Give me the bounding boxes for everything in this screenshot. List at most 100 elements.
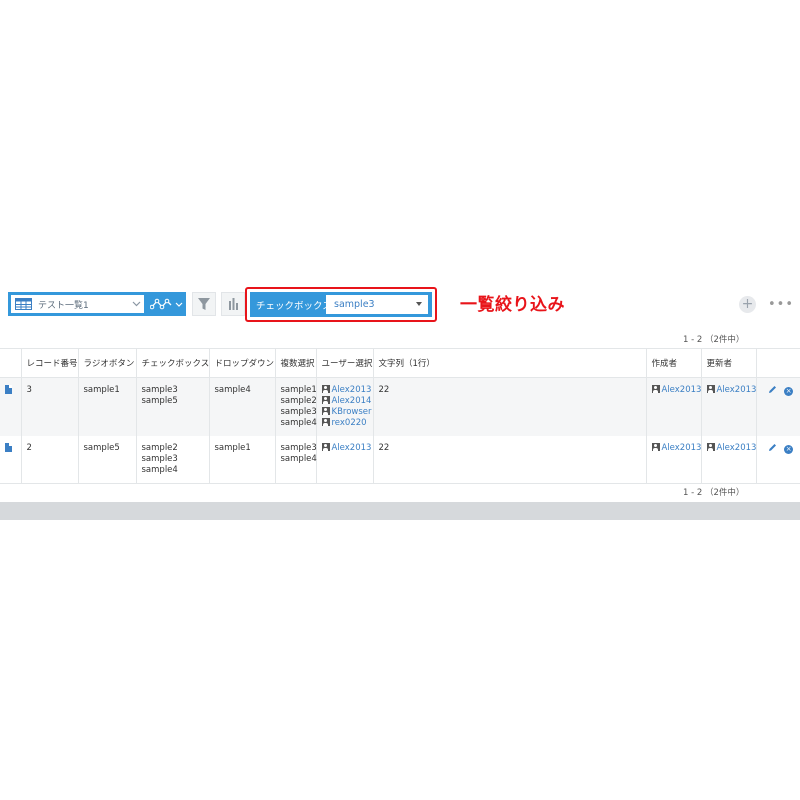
view-name: テスト一覧1: [38, 301, 89, 311]
column-header[interactable]: ラジオボタン: [77, 348, 136, 378]
user-name: Alex2013: [331, 385, 372, 395]
user-icon: [321, 418, 330, 426]
cell-value: sample3: [280, 443, 317, 453]
column-header[interactable]: 複数選択: [274, 348, 316, 378]
cell-value: sample5: [141, 396, 178, 406]
user-name: Alex2013: [331, 443, 372, 453]
row-actions-cell: ×: [755, 377, 800, 436]
modifier-cell: Alex2013: [700, 377, 757, 436]
text-cell: 22: [372, 377, 646, 436]
more-options-button[interactable]: •••: [768, 297, 794, 312]
text-cell: 22: [372, 436, 646, 484]
view-dropdown[interactable]: テスト一覧1: [11, 295, 144, 313]
table-row: 3 sample1 sample3 sample5 sample4 sample…: [0, 377, 800, 436]
column-header[interactable]: ドロップダウン: [208, 348, 275, 378]
user-link[interactable]: Alex2013: [321, 385, 373, 396]
table-row: 2 sample5 sample2 sample3 sample4 sample…: [0, 436, 800, 484]
multi-select-cell: sample1 sample2 sample3 sample4: [274, 377, 317, 436]
record-number-cell: 2: [20, 436, 78, 484]
user-link[interactable]: Alex2014: [321, 396, 373, 407]
record-table: レコード番号 ラジオボタン チェックボックス ドロップダウン 複数選択 ユーザー…: [0, 348, 800, 484]
pagination-info-bottom: 1 - 2 （2件中）: [683, 488, 745, 498]
cell-value: sample4: [280, 454, 317, 464]
checkbox-cell: sample2 sample3 sample4: [135, 436, 209, 484]
user-link[interactable]: Alex2013: [706, 385, 757, 396]
table-icon: [15, 298, 32, 310]
user-name: rex0220: [331, 418, 367, 428]
column-header[interactable]: 作成者: [645, 348, 701, 378]
footer-bar: [0, 502, 800, 520]
user-icon: [651, 443, 660, 451]
user-name: Alex2013: [716, 443, 757, 453]
user-name: Alex2013: [661, 385, 702, 395]
document-icon[interactable]: [5, 385, 12, 394]
filter-button[interactable]: [192, 292, 216, 316]
user-icon: [706, 385, 715, 393]
record-detail-cell[interactable]: [0, 377, 21, 436]
cell-value: sample4: [141, 465, 178, 475]
chevron-down-icon: [132, 301, 141, 307]
checkbox-cell: sample3 sample5: [135, 377, 209, 436]
line-graph-icon: [150, 298, 183, 310]
user-name: KBrowser: [331, 407, 372, 417]
cell-value: sample3: [141, 454, 178, 464]
user-link[interactable]: Alex2013: [651, 443, 702, 454]
creator-cell: Alex2013: [645, 377, 702, 436]
annotation-label: 一覧絞り込み: [460, 295, 565, 315]
user-name: Alex2013: [661, 443, 702, 453]
user-icon: [321, 443, 330, 451]
user-name: Alex2013: [716, 385, 757, 395]
row-actions-cell: ×: [755, 436, 800, 484]
bar-chart-icon: [229, 298, 238, 310]
dropdown-cell: sample1: [208, 436, 275, 484]
radio-cell: sample1: [77, 377, 136, 436]
record-number-cell: 3: [20, 377, 78, 436]
cell-value: sample4: [280, 418, 317, 428]
close-circle-icon[interactable]: ×: [784, 387, 794, 396]
document-icon[interactable]: [5, 443, 12, 452]
cell-value: sample1: [280, 385, 317, 395]
user-link[interactable]: Alex2013: [321, 443, 373, 454]
user-link[interactable]: Alex2013: [651, 385, 702, 396]
user-icon: [321, 396, 330, 404]
chart-button[interactable]: [221, 292, 245, 316]
user-icon: [651, 385, 660, 393]
column-header[interactable]: レコード番号: [20, 348, 78, 378]
ellipsis-icon: •••: [768, 297, 795, 312]
record-detail-cell[interactable]: [0, 436, 21, 484]
highlight-box: [245, 287, 437, 322]
user-select-cell: Alex2013 Alex2014 KBrowser rex0220: [315, 377, 373, 436]
view-selector[interactable]: テスト一覧1: [8, 292, 186, 316]
cell-value: sample3: [280, 407, 317, 417]
dropdown-cell: sample4: [208, 377, 275, 436]
table-header-row: レコード番号 ラジオボタン チェックボックス ドロップダウン 複数選択 ユーザー…: [0, 348, 800, 378]
user-link[interactable]: Alex2013: [706, 443, 757, 454]
graph-button[interactable]: [147, 292, 186, 316]
pagination-info-top: 1 - 2 （2件中）: [683, 335, 745, 345]
user-link[interactable]: KBrowser: [321, 407, 373, 418]
multi-select-cell: sample3 sample4: [274, 436, 317, 484]
radio-cell: sample5: [77, 436, 136, 484]
column-header[interactable]: 文字列（1行）: [372, 348, 646, 378]
column-header[interactable]: チェックボックス: [135, 348, 209, 378]
modifier-cell: Alex2013: [700, 436, 757, 484]
user-select-cell: Alex2013: [315, 436, 373, 484]
header-blank: [0, 348, 21, 378]
pencil-icon[interactable]: [768, 385, 777, 394]
cell-value: sample2: [280, 396, 317, 406]
pencil-icon[interactable]: [768, 443, 777, 452]
user-icon: [321, 385, 330, 393]
user-icon: [706, 443, 715, 451]
column-header[interactable]: 更新者: [700, 348, 756, 378]
creator-cell: Alex2013: [645, 436, 702, 484]
cell-value: sample3: [141, 385, 178, 395]
close-circle-icon[interactable]: ×: [784, 445, 794, 454]
cell-value: sample2: [141, 443, 178, 453]
funnel-icon: [198, 298, 210, 310]
user-name: Alex2014: [331, 396, 372, 406]
column-header[interactable]: ユーザー選択: [315, 348, 373, 378]
header-actions: [755, 348, 800, 378]
user-icon: [321, 407, 330, 415]
add-record-button[interactable]: +: [739, 296, 756, 313]
user-link[interactable]: rex0220: [321, 418, 373, 429]
